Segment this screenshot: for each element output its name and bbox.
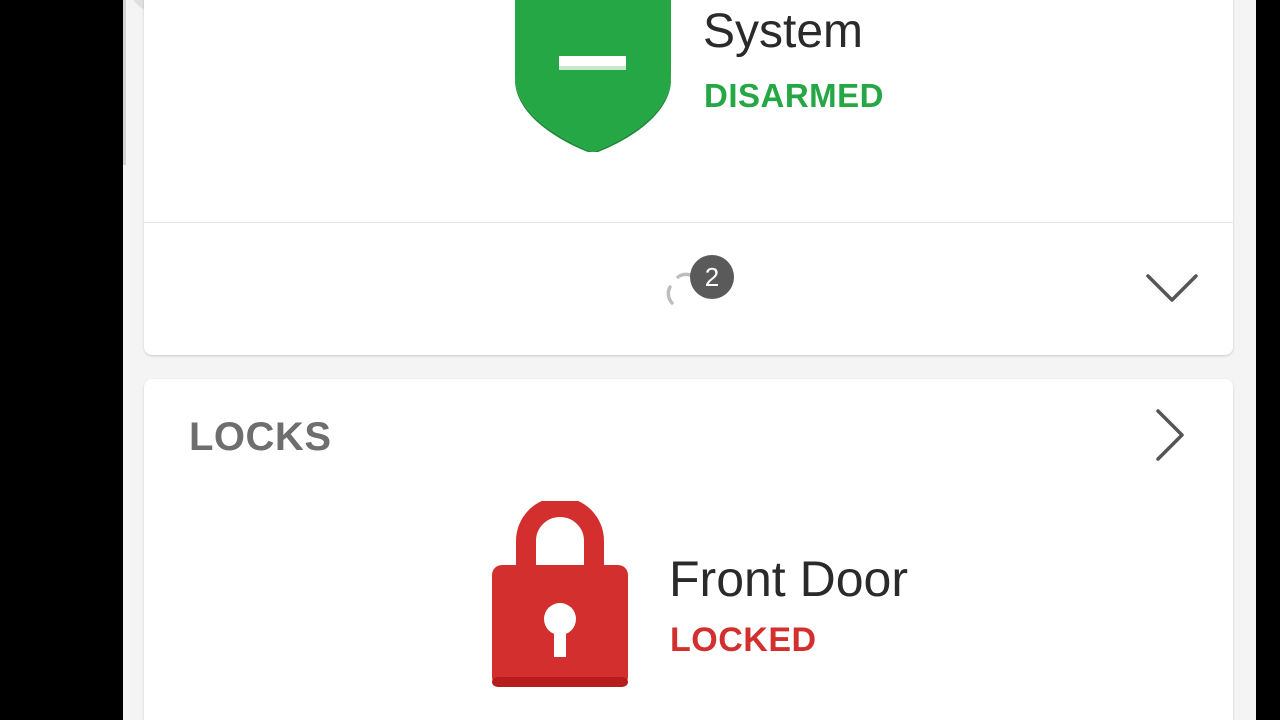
sync-status[interactable]: 2 <box>650 255 740 315</box>
right-black-bar <box>1256 0 1280 720</box>
locks-card: LOCKS Front Door LOCKED <box>144 379 1233 720</box>
lock-name: Front Door <box>669 551 908 607</box>
screen-edge-line <box>123 0 126 165</box>
security-system-card[interactable]: System DISARMED 2 <box>144 0 1233 355</box>
shield-disarmed-icon <box>515 0 671 152</box>
locks-section-title: LOCKS <box>189 415 332 459</box>
lock-status: LOCKED <box>670 621 817 659</box>
chevron-right-icon[interactable] <box>1150 407 1190 463</box>
card-divider <box>144 222 1233 223</box>
system-name: System <box>703 5 864 58</box>
left-black-bar <box>0 0 123 720</box>
padlock-icon <box>492 501 628 687</box>
system-status: DISARMED <box>704 77 885 114</box>
chevron-down-icon[interactable] <box>1144 266 1200 306</box>
sync-count-badge: 2 <box>690 255 734 299</box>
app-screen: System DISARMED 2 LOCKS Front Door LOCKE… <box>123 0 1256 720</box>
